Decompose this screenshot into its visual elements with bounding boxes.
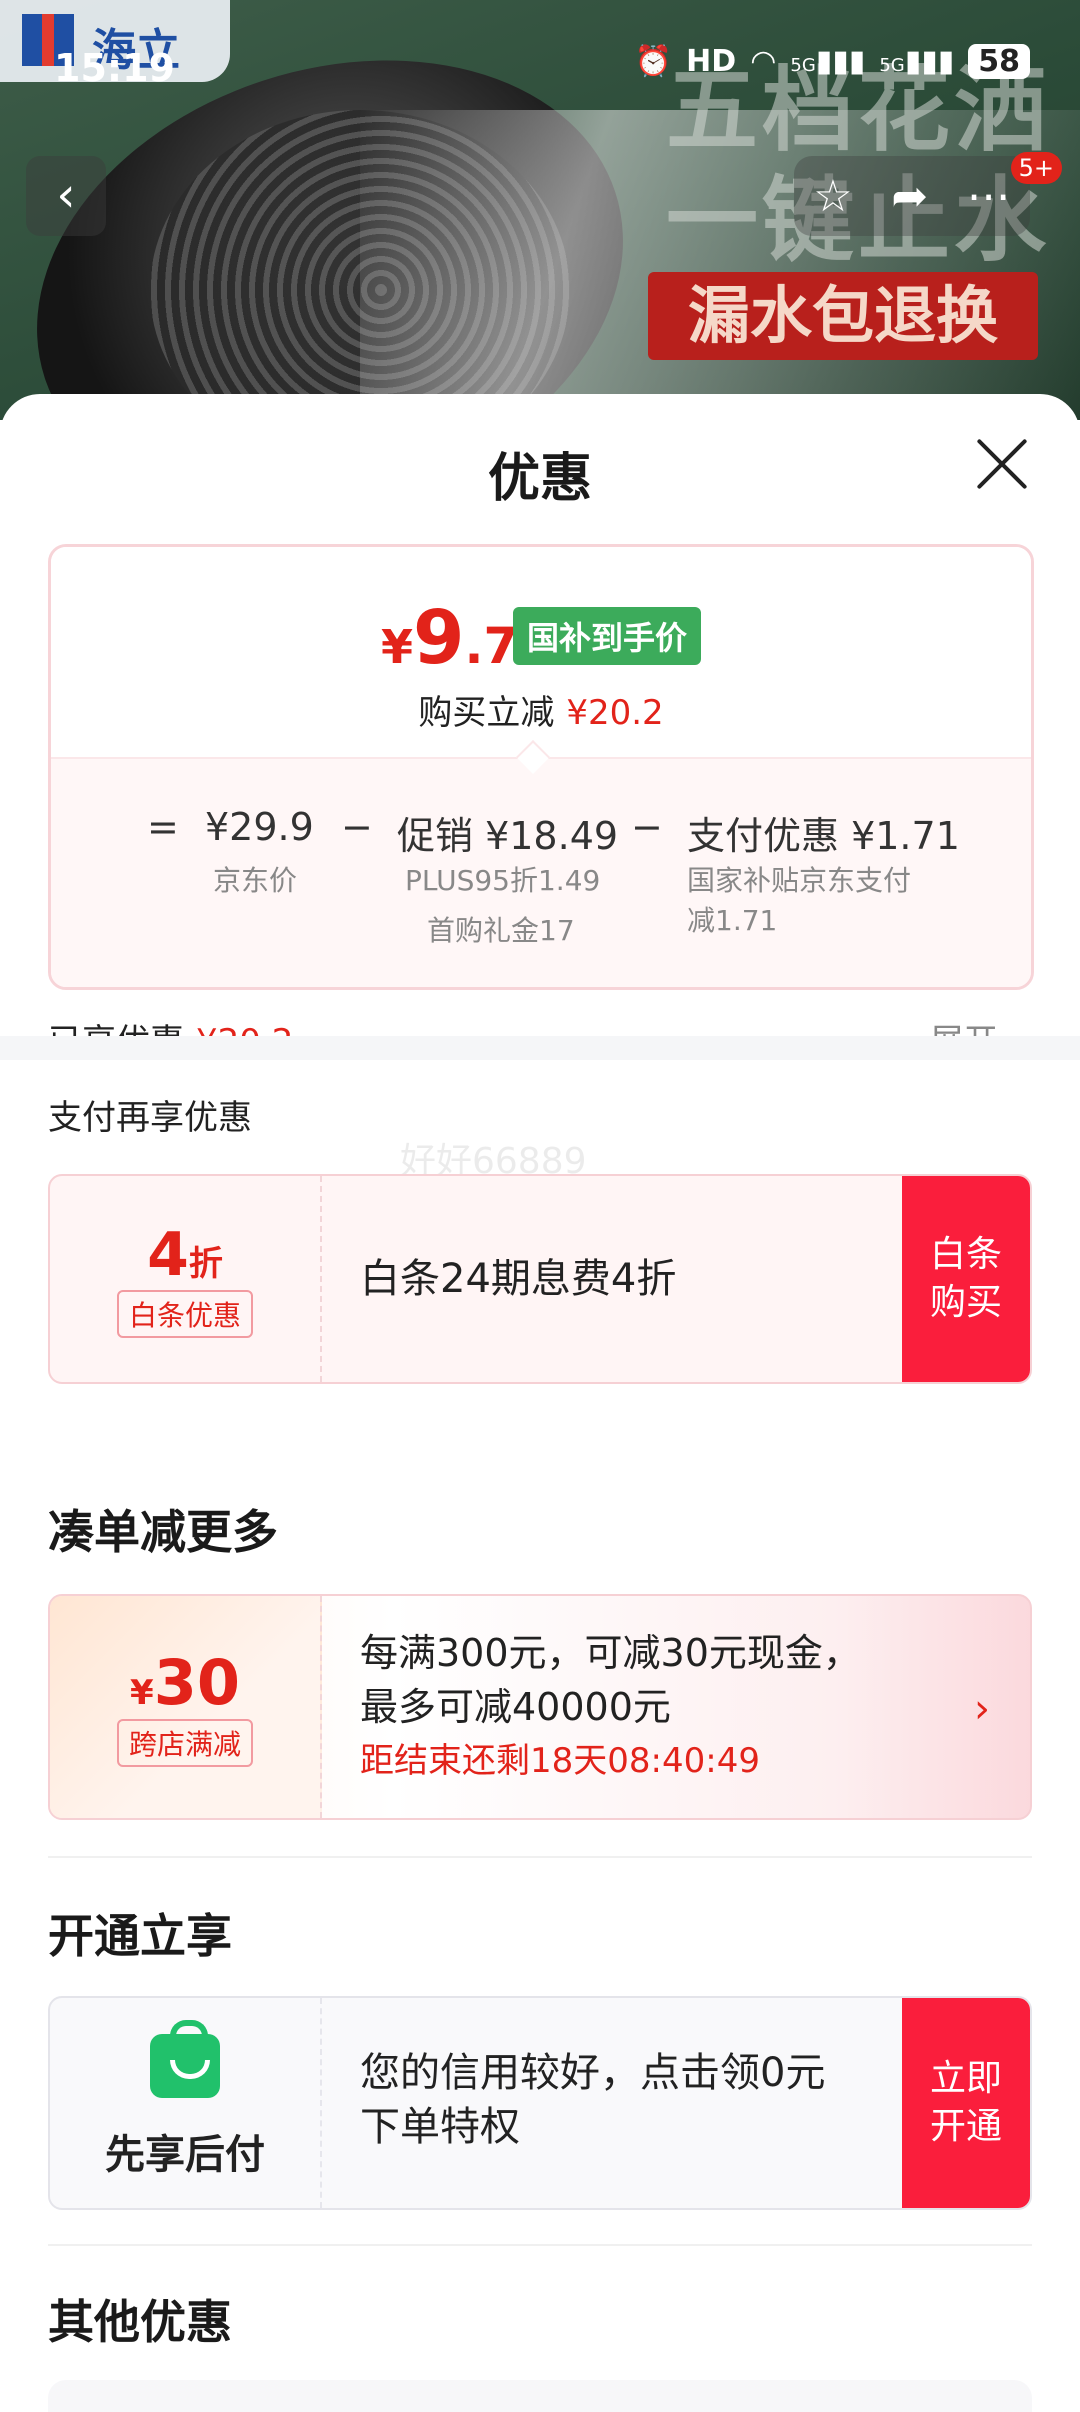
signal-5g-icon-2: 5G▮▮▮	[879, 44, 955, 79]
open-title: 开通立享	[48, 1909, 232, 1963]
bundle-tag: 跨店满减	[116, 1719, 253, 1767]
baitiao-coupon[interactable]: 4折 白条优惠 白条24期息费4折 白条购买	[48, 1174, 1032, 1384]
pay-later-left: 先享后付	[50, 1998, 322, 2208]
final-price-yen: ¥	[381, 620, 414, 674]
signal-5g-label-2: 5G	[879, 55, 905, 76]
final-price-int: 9	[413, 595, 465, 681]
bundle-coupon[interactable]: ¥30 跨店满减 每满300元，可减30元现金， 最多可减40000元 距结束还…	[48, 1594, 1032, 1820]
more-icon[interactable]: ⋯	[967, 171, 1011, 222]
equals-sign: =	[147, 805, 179, 849]
pay-later-card[interactable]: 先享后付 您的信用较好，点击领0元 下单特权 立即开通	[48, 1996, 1032, 2210]
favorite-star-icon[interactable]: ☆	[813, 171, 852, 222]
product-banner: 五档花洒 一键止水 漏水包退换 海立 15:19 ⏰ HD ◠ 5G▮▮▮ 5G…	[0, 0, 1080, 420]
back-button[interactable]: ‹	[26, 156, 106, 236]
divider-2	[48, 2244, 1032, 2246]
section-gap	[0, 1036, 1080, 1060]
top-action-bar: ☆ ➦ ⋯	[794, 156, 1030, 236]
open-now-button[interactable]: 立即开通	[902, 1998, 1030, 2208]
discount-line: 购买立减 ¥20.2	[51, 685, 1031, 734]
minus-sign-2: −	[631, 805, 663, 849]
close-icon[interactable]	[972, 434, 1032, 494]
base-price-label: 京东价	[213, 864, 298, 897]
pay-later-line-2: 下单特权	[360, 2104, 520, 2150]
final-price: ¥9.7	[381, 595, 518, 681]
promo-discount: 促销 ¥18.49	[397, 814, 619, 858]
price-breakdown-card: ¥9.7 国补到手价 购买立减 ¥20.2 = ¥29.9 京东价 − 促销 ¥1…	[48, 544, 1034, 990]
pay-sub-2: 减1.71	[687, 904, 778, 937]
final-price-dec: .7	[464, 617, 519, 675]
bundle-timer: 距结束还剩18天08:40:49	[360, 1741, 760, 1781]
pay-later-line-1: 您的信用较好，点击领0元	[360, 2050, 826, 2096]
coupon-desc: 白条24期息费4折	[360, 1256, 677, 1302]
status-time: 15:19	[54, 46, 175, 90]
chevron-right-icon: ›	[974, 1686, 990, 1732]
price-summary: ¥9.7 国补到手价 购买立减 ¥20.2	[51, 547, 1031, 757]
promo-sub-1: PLUS95折1.49	[405, 864, 601, 897]
pay-later-desc: 您的信用较好，点击领0元 下单特权	[360, 2046, 825, 2154]
coupon-left: 4折 白条优惠	[50, 1176, 322, 1382]
bundle-yen: ¥	[130, 1673, 154, 1713]
base-price: ¥29.9	[205, 805, 314, 849]
bundle-amount: ¥30	[50, 1646, 320, 1719]
status-icons: ⏰ HD ◠ 5G▮▮▮ 5G▮▮▮ 58	[635, 44, 1030, 79]
wifi-icon: ◠	[750, 44, 777, 79]
hd-icon: HD	[686, 44, 737, 79]
bundle-left: ¥30 跨店满减	[50, 1596, 322, 1818]
discount-value: ¥20.2	[566, 693, 664, 733]
other-offers-card[interactable]	[48, 2380, 1032, 2412]
coupon-big: 4	[147, 1220, 189, 1290]
open-now-label: 立即开通	[929, 2058, 1002, 2147]
price-formula: = ¥29.9 京东价 − 促销 ¥18.49 PLUS95折1.49 首购礼金…	[51, 757, 1031, 987]
promo-sub-2: 首购礼金17	[427, 914, 575, 947]
baitiao-buy-label: 白条购买	[929, 1234, 1002, 1323]
pay-sub-1: 国家补贴京东支付	[687, 864, 912, 897]
share-icon[interactable]: ➦	[891, 171, 928, 222]
baitiao-buy-button[interactable]: 白条购买	[902, 1176, 1030, 1382]
coupon-tag: 白条优惠	[116, 1290, 253, 1338]
promo-tag: 漏水包退换	[648, 272, 1038, 360]
signal-5g-label: 5G	[790, 55, 816, 76]
alarm-icon: ⏰	[634, 44, 673, 79]
bundle-number: 30	[153, 1646, 240, 1719]
pay-discount: 支付优惠 ¥1.71	[687, 814, 960, 858]
divider	[48, 1856, 1032, 1858]
signal-5g-icon: 5G▮▮▮	[790, 44, 866, 79]
discount-label: 购买立减	[418, 693, 555, 733]
shopping-bag-icon	[150, 2020, 220, 2098]
battery-icon: 58	[968, 44, 1030, 79]
other-title: 其他优惠	[48, 2295, 232, 2349]
bundle-title: 凑单减更多	[48, 1505, 278, 1559]
sheet-title: 优惠	[487, 449, 592, 509]
bundle-line-2: 最多可减40000元	[360, 1685, 671, 1729]
subsidy-tag: 国补到手价	[513, 607, 702, 665]
bundle-desc: 每满300元，可减30元现金， 最多可减40000元 距结束还剩18天08:40…	[360, 1626, 861, 1788]
pay-later-name: 先享后付	[105, 2132, 265, 2178]
coupon-value: 4折	[50, 1220, 320, 1290]
chevron-left-icon: ‹	[56, 167, 76, 223]
pay-more-label: 支付再享优惠	[48, 1098, 252, 1138]
notification-badge: 5+	[1010, 152, 1062, 184]
minus-sign-1: −	[341, 805, 373, 849]
coupon-unit: 折	[188, 1244, 223, 1284]
bundle-line-1: 每满300元，可减30元现金，	[360, 1631, 861, 1675]
